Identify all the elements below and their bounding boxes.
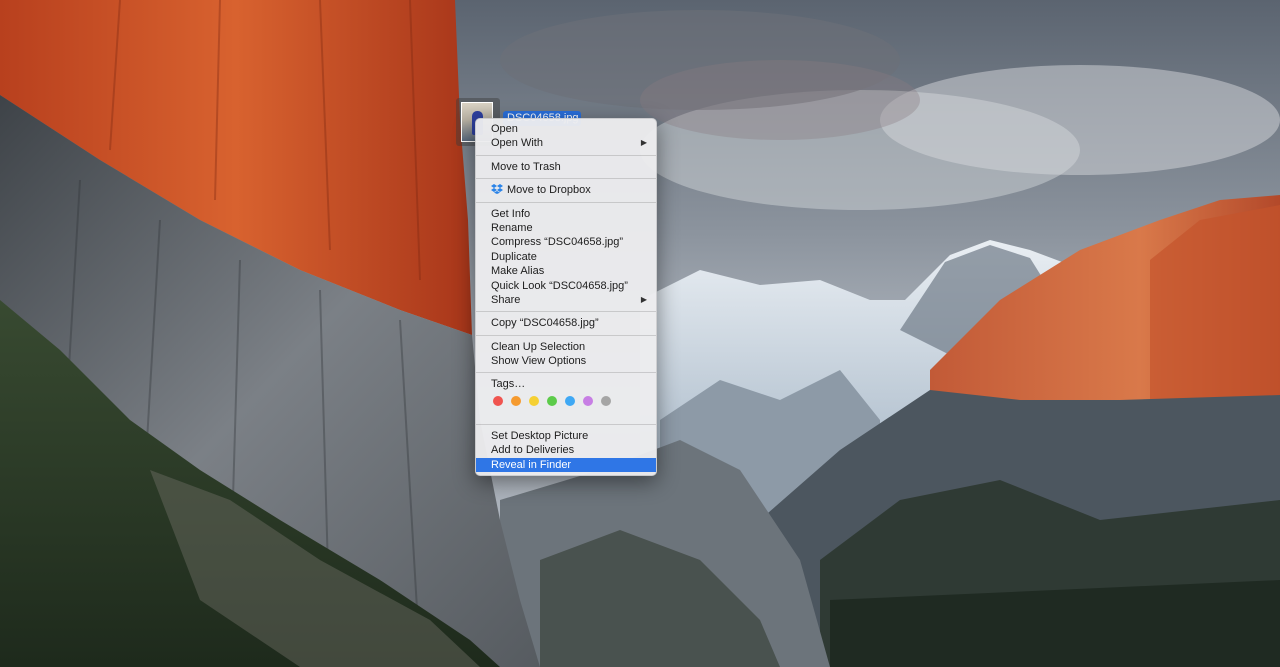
menu-item-show-view-options[interactable]: Show View Options — [476, 354, 656, 368]
menu-item-label: Show View Options — [491, 355, 587, 368]
menu-item-make-alias[interactable]: Make Alias — [476, 264, 656, 278]
menu-item-label: Duplicate — [491, 250, 537, 263]
menu-item-quick-look[interactable]: Quick Look “DSC04658.jpg” — [476, 279, 656, 293]
menu-item-label: Reveal in Finder — [491, 458, 572, 471]
menu-separator — [476, 311, 656, 313]
menu-item-label: Share — [491, 293, 521, 306]
tag-orange-icon[interactable] — [511, 395, 521, 406]
menu-separator — [476, 154, 656, 156]
submenu-arrow-icon: ▶ — [640, 138, 647, 148]
menu-item-label: Open — [491, 123, 518, 135]
menu-item-reveal-in-finder[interactable]: Reveal in Finder — [476, 457, 656, 473]
menu-separator — [476, 201, 656, 203]
menu-item-label: Tags… — [491, 378, 526, 391]
menu-item-label: Get Info — [491, 207, 531, 220]
menu-item-add-to-deliveries[interactable]: Add to Deliveries — [476, 443, 656, 457]
tag-gray-icon[interactable] — [601, 395, 611, 406]
menu-item-label: Copy “DSC04658.jpg” — [491, 317, 599, 330]
menu-spacer — [476, 410, 656, 420]
menu-item-duplicate[interactable]: Duplicate — [476, 250, 656, 264]
menu-item-rename[interactable]: Rename — [476, 221, 656, 235]
tag-blue-icon[interactable] — [565, 395, 575, 406]
menu-item-label: Quick Look “DSC04658.jpg” — [491, 279, 628, 292]
menu-item-share[interactable]: Share ▶ — [476, 293, 656, 307]
menu-item-open[interactable]: Open — [476, 122, 656, 136]
menu-item-label: Set Desktop Picture — [491, 429, 589, 442]
tag-green-icon[interactable] — [547, 395, 557, 406]
tag-purple-icon[interactable] — [583, 395, 593, 406]
menu-item-label: Open With — [491, 137, 543, 150]
tag-red-icon[interactable] — [493, 395, 503, 406]
menu-item-label: Add to Deliveries — [491, 444, 575, 457]
menu-item-label: Rename — [491, 221, 533, 234]
tag-color-row — [476, 392, 656, 410]
menu-item-clean-up-selection[interactable]: Clean Up Selection — [476, 340, 656, 354]
menu-item-move-to-dropbox[interactable]: Move to Dropbox — [476, 183, 656, 197]
menu-separator — [476, 372, 656, 374]
menu-item-label: Make Alias — [491, 265, 545, 278]
menu-item-move-to-trash[interactable]: Move to Trash — [476, 160, 656, 174]
menu-separator — [476, 178, 656, 180]
menu-item-label: Clean Up Selection — [491, 340, 586, 353]
menu-item-open-with[interactable]: Open With ▶ — [476, 136, 656, 150]
menu-separator — [476, 334, 656, 336]
menu-item-get-info[interactable]: Get Info — [476, 207, 656, 221]
menu-item-label: Move to Trash — [491, 160, 561, 173]
menu-item-label: Compress “DSC04658.jpg” — [491, 236, 624, 249]
context-menu: Open Open With ▶ Move to Trash Move to D… — [475, 118, 657, 477]
submenu-arrow-icon: ▶ — [640, 294, 647, 304]
menu-separator — [476, 423, 656, 425]
menu-item-copy[interactable]: Copy “DSC04658.jpg” — [476, 316, 656, 330]
menu-item-tags[interactable]: Tags… — [476, 377, 656, 391]
menu-item-label: Move to Dropbox — [507, 184, 591, 197]
dropbox-icon — [491, 184, 503, 195]
menu-item-compress[interactable]: Compress “DSC04658.jpg” — [476, 235, 656, 249]
menu-item-set-desktop-picture[interactable]: Set Desktop Picture — [476, 429, 656, 443]
tag-yellow-icon[interactable] — [529, 395, 539, 406]
